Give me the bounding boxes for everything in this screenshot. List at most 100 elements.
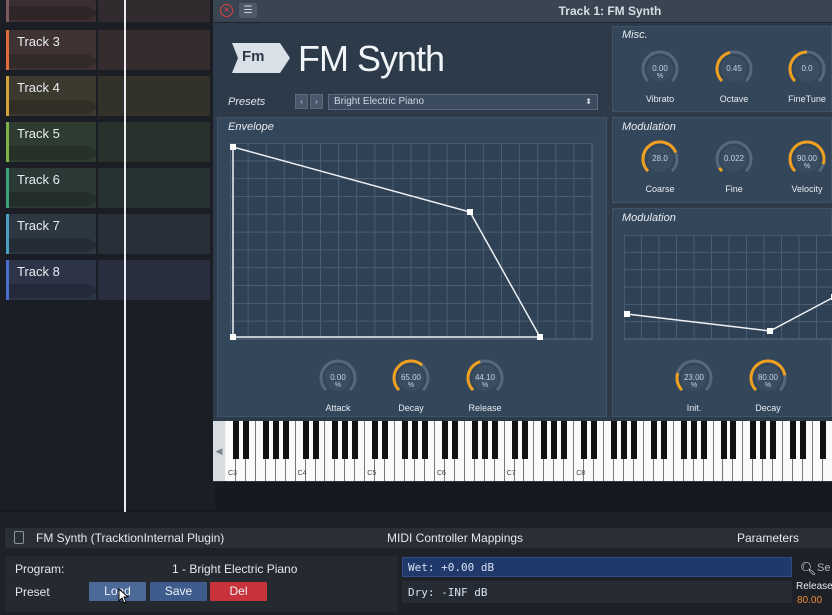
track-header[interactable]: Track 4 — [6, 76, 99, 116]
track-row[interactable]: Track 3 — [6, 30, 210, 70]
octave-label: C3 — [228, 470, 237, 477]
midi-mappings-tab[interactable]: MIDI Controller Mappings — [387, 531, 523, 545]
playhead-cursor[interactable] — [124, 0, 126, 512]
black-key[interactable] — [412, 421, 419, 459]
black-key[interactable] — [541, 421, 548, 459]
close-icon[interactable]: × — [220, 4, 233, 17]
release-param-value[interactable]: 80.00 — [797, 595, 822, 606]
black-key[interactable] — [402, 421, 409, 459]
search-input[interactable]: Se — [817, 562, 830, 574]
black-key[interactable] — [591, 421, 598, 459]
black-key[interactable] — [820, 421, 826, 459]
black-key[interactable] — [451, 421, 458, 459]
track-header[interactable]: Track 7 — [6, 214, 99, 254]
preset-select[interactable]: Bright Electric Piano ⬍ — [328, 94, 598, 110]
black-key[interactable] — [800, 421, 807, 459]
knob-value: 23.00 — [683, 373, 705, 382]
save-button[interactable]: Save — [150, 582, 207, 601]
track-lane[interactable] — [98, 30, 210, 70]
track-header[interactable]: Track 2 — [6, 0, 99, 22]
track-header[interactable]: Track 3 — [6, 30, 99, 70]
black-key[interactable] — [471, 421, 478, 459]
black-key[interactable] — [372, 421, 379, 459]
black-key[interactable] — [272, 421, 279, 459]
black-key[interactable] — [302, 421, 309, 459]
track-lane[interactable] — [98, 260, 210, 300]
black-key[interactable] — [282, 421, 289, 459]
black-key[interactable] — [551, 421, 558, 459]
program-label: Program: — [15, 562, 65, 576]
track-lane[interactable] — [98, 214, 210, 254]
track-row[interactable]: Track 6 — [6, 168, 210, 208]
preset-next-button[interactable]: › — [310, 94, 323, 109]
octave-label: C7 — [506, 470, 516, 477]
preset-prev-button[interactable]: ‹ — [295, 94, 308, 109]
black-key[interactable] — [491, 421, 498, 459]
black-key[interactable] — [561, 421, 568, 459]
black-key[interactable] — [720, 421, 727, 459]
black-key[interactable] — [660, 421, 667, 459]
track-row[interactable]: Track 8 — [6, 260, 210, 300]
black-key[interactable] — [581, 421, 588, 459]
track-lane[interactable] — [98, 0, 210, 22]
track-header[interactable]: Track 6 — [6, 168, 99, 208]
black-key[interactable] — [750, 421, 757, 459]
black-key[interactable] — [382, 421, 389, 459]
track-arrow-tab — [9, 284, 99, 298]
black-key[interactable] — [232, 421, 239, 459]
parameters-tab[interactable]: Parameters — [737, 531, 799, 545]
track-row[interactable]: Track 7 — [6, 214, 210, 254]
settings-icon[interactable]: ☰ — [239, 3, 257, 18]
search-icon[interactable]: 🔍︎ — [800, 561, 817, 577]
knob-label: Release — [468, 403, 502, 413]
black-key[interactable] — [441, 421, 448, 459]
modulation-envelope-graph[interactable] — [624, 235, 832, 341]
track-header[interactable]: Track 8 — [6, 260, 99, 300]
knob-label: FineTune — [788, 94, 826, 104]
black-key[interactable] — [790, 421, 797, 459]
piano-keyboard[interactable]: C3 C4 C5 C6 C7 C8 — [213, 421, 832, 481]
black-key[interactable] — [760, 421, 767, 459]
knob-value: 0.022 — [723, 154, 745, 163]
knob-label: Octave — [719, 94, 749, 104]
black-key[interactable] — [680, 421, 687, 459]
black-key[interactable] — [650, 421, 657, 459]
black-key[interactable] — [262, 421, 269, 459]
program-value[interactable]: 1 - Bright Electric Piano — [172, 562, 297, 576]
knob-value: 65.00 — [400, 373, 422, 382]
track-row[interactable]: Track 2 — [6, 0, 210, 22]
keyboard-scroll-left-icon[interactable]: ◀ — [213, 421, 225, 481]
track-row[interactable]: Track 4 — [6, 76, 210, 116]
black-key[interactable] — [611, 421, 618, 459]
black-key[interactable] — [521, 421, 528, 459]
track-header[interactable]: Track 5 — [6, 122, 99, 162]
black-key[interactable] — [700, 421, 707, 459]
black-key[interactable] — [730, 421, 737, 459]
track-lane[interactable] — [98, 76, 210, 116]
black-key[interactable] — [481, 421, 488, 459]
black-key[interactable] — [422, 421, 428, 459]
preset-selected-value: Bright Electric Piano — [334, 96, 425, 107]
black-key[interactable] — [770, 421, 777, 459]
black-key[interactable] — [630, 421, 637, 459]
black-key[interactable] — [242, 421, 249, 459]
black-key[interactable] — [511, 421, 518, 459]
track-lane[interactable] — [98, 122, 210, 162]
black-key[interactable] — [332, 421, 339, 459]
black-key[interactable] — [342, 421, 349, 459]
delete-button[interactable]: Del — [210, 582, 267, 601]
black-key[interactable] — [352, 421, 359, 459]
track-row[interactable]: Track 5 — [6, 122, 210, 162]
track-arrow-tab — [9, 100, 99, 114]
octave-label: C4 — [297, 470, 307, 477]
track-label: Track 4 — [17, 80, 60, 95]
black-key[interactable] — [690, 421, 697, 459]
track-label: Track 8 — [17, 264, 60, 279]
octave-label: C5 — [367, 470, 377, 477]
envelope-graph[interactable] — [230, 143, 594, 341]
black-key[interactable] — [312, 421, 319, 459]
black-key[interactable] — [621, 421, 627, 459]
track-arrow-tab — [9, 54, 99, 68]
knob-value-arc — [718, 167, 724, 173]
track-lane[interactable] — [98, 168, 210, 208]
